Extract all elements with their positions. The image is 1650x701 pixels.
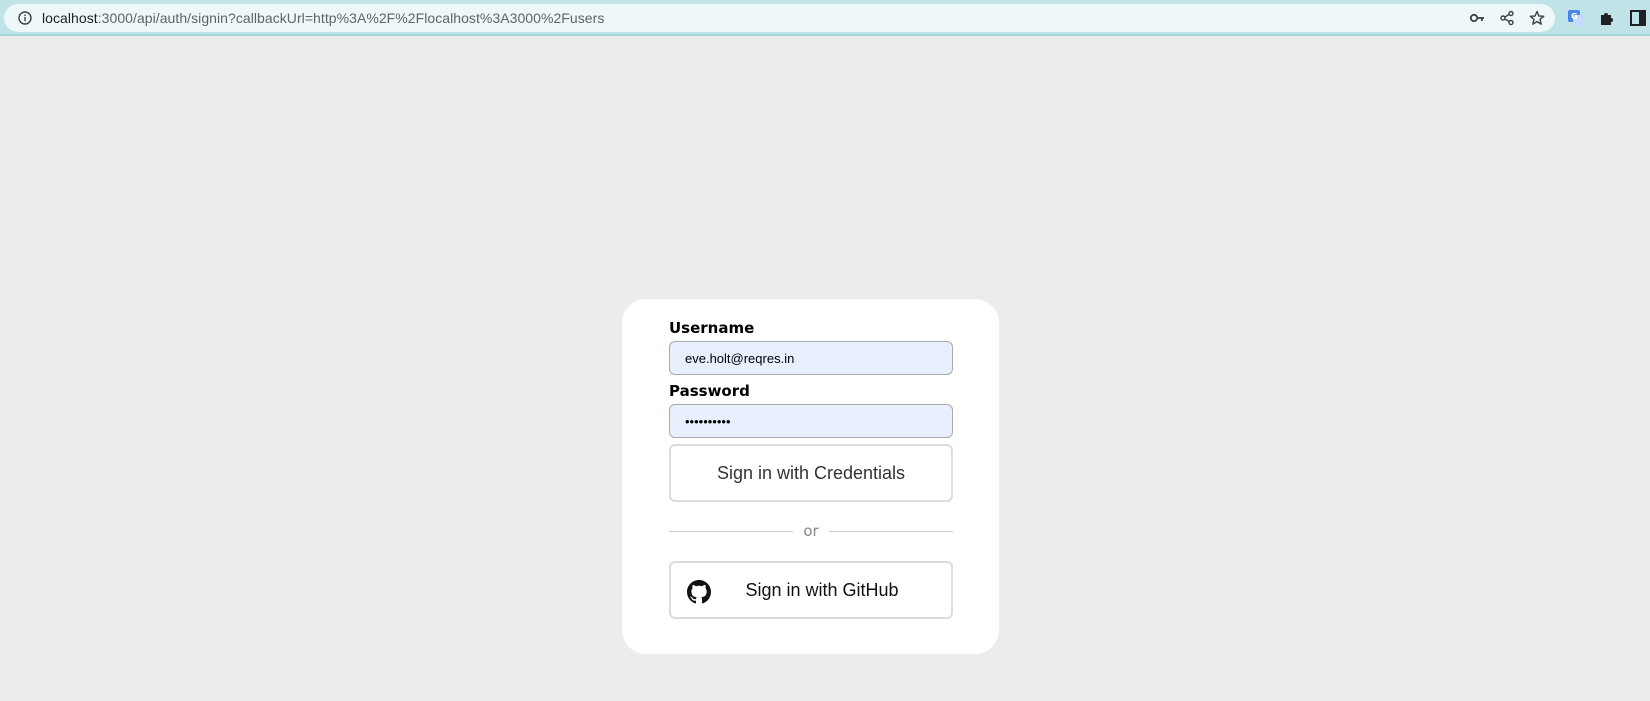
url-text: localhost:3000/api/auth/signin?callbackU… (42, 10, 604, 26)
address-bar[interactable]: localhost:3000/api/auth/signin?callbackU… (4, 4, 1555, 32)
divider-line-right (828, 530, 954, 532)
password-input[interactable] (669, 404, 953, 438)
username-input[interactable] (669, 341, 953, 375)
or-divider: or (669, 521, 954, 541)
star-icon[interactable] (1529, 10, 1545, 26)
github-button-label: Sign in with GitHub (745, 579, 899, 600)
svg-text:G: G (1571, 12, 1578, 21)
extensions-icon[interactable] (1597, 8, 1616, 27)
credentials-form: Username Password Sign in with Credentia… (669, 318, 953, 502)
signin-credentials-button[interactable]: Sign in with Credentials (669, 444, 953, 502)
divider-line-left (669, 530, 794, 532)
omnibox-actions (1469, 4, 1545, 32)
signin-github-button[interactable]: Sign in with GitHub (669, 561, 953, 619)
username-label: Username (669, 319, 755, 337)
extension-icons: G (1566, 8, 1647, 27)
url-host: localhost (42, 10, 98, 26)
signin-card: Username Password Sign in with Credentia… (622, 299, 999, 654)
url-path: :3000/api/auth/signin?callbackUrl=http%3… (97, 10, 605, 26)
divider-text: or (803, 522, 819, 540)
share-icon[interactable] (1499, 10, 1515, 26)
github-icon (687, 580, 711, 604)
translate-icon[interactable]: G (1566, 8, 1585, 27)
browser-toolbar: localhost:3000/api/auth/signin?callbackU… (0, 0, 1650, 36)
side-panel-icon[interactable] (1628, 8, 1647, 27)
key-icon[interactable] (1469, 10, 1485, 26)
info-icon[interactable] (18, 11, 32, 25)
password-label: Password (669, 382, 750, 400)
